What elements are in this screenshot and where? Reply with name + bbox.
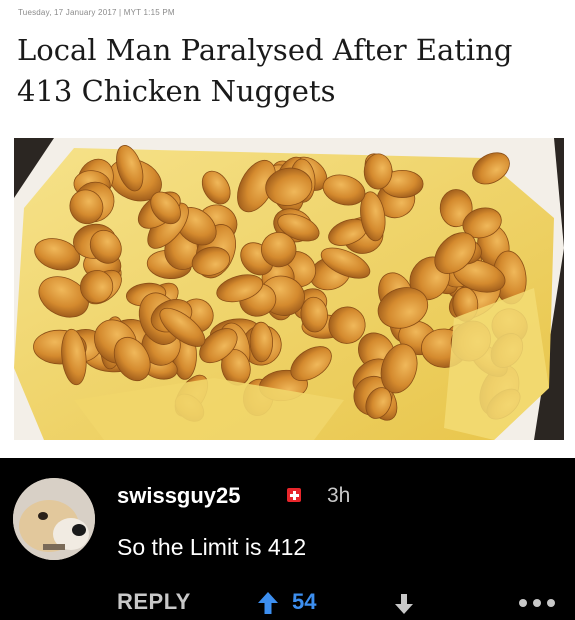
chicken-nugget <box>249 321 274 363</box>
news-article: Tuesday, 17 January 2017 | MYT 1:15 PM L… <box>0 0 575 458</box>
dot <box>547 599 555 607</box>
comment-body: So the Limit is 412 <box>117 534 307 560</box>
downvote-arrow-icon[interactable] <box>395 594 413 614</box>
chicken-nuggets-photo <box>14 138 564 440</box>
article-headline: Local Man Paralysed After Eating 413 Chi… <box>17 33 513 108</box>
reply-button[interactable]: REPLY <box>117 589 191 615</box>
reddit-comment: swissguy25 3h So the Limit is 412 REPLY … <box>0 458 575 620</box>
comment-username[interactable]: swissguy25 <box>117 483 241 509</box>
dot <box>519 599 527 607</box>
swiss-flag-icon <box>287 488 301 502</box>
user-avatar-dog[interactable] <box>13 478 95 560</box>
dot <box>533 599 541 607</box>
chicken-nugget <box>363 153 393 190</box>
more-dots-icon[interactable] <box>519 598 555 608</box>
vote-score: 54 <box>292 589 317 614</box>
upvote-arrow-icon[interactable] <box>258 592 278 614</box>
comment-timestamp: 3h <box>327 484 351 507</box>
article-dateline: Tuesday, 17 January 2017 | MYT 1:15 PM <box>18 8 175 17</box>
